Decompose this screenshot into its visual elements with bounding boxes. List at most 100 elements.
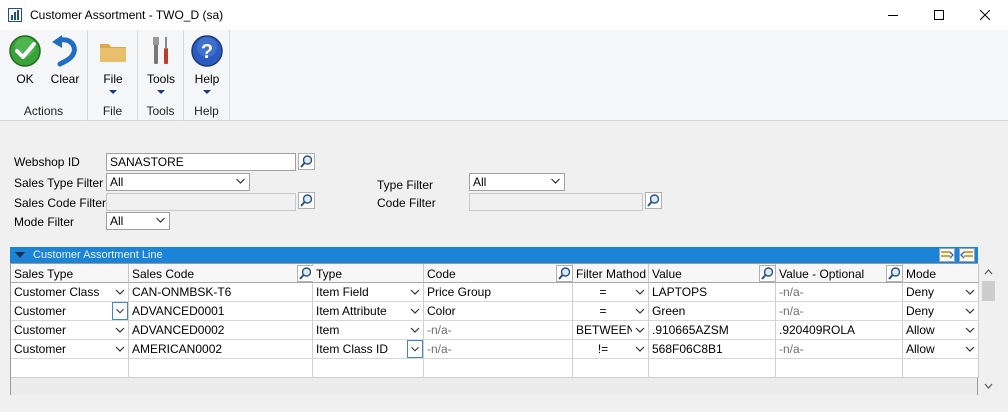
cell-sales-code[interactable]: CAN-ONMBSK-T6 xyxy=(129,283,313,302)
cell-sales-type[interactable]: Customer Class xyxy=(11,283,129,302)
chevron-down-icon[interactable] xyxy=(407,283,423,301)
assortment-grid: Sales Type Sales Code Type Code Filter M… xyxy=(10,263,979,395)
cell-filter-method[interactable]: != xyxy=(573,340,649,359)
webshop-id-lookup-button[interactable] xyxy=(298,153,315,170)
clear-button[interactable]: Clear xyxy=(46,34,84,86)
cell-code[interactable]: -n/a- xyxy=(424,340,573,359)
cell-filter-method[interactable]: = xyxy=(573,283,649,302)
cell-sales-type[interactable]: Customer xyxy=(11,340,129,359)
cell-sales-code[interactable]: ADVANCED0002 xyxy=(129,321,313,340)
cell-value-optional[interactable]: -n/a- xyxy=(776,302,903,321)
column-header-sales-code[interactable]: Sales Code xyxy=(129,264,313,283)
chevron-down-icon[interactable] xyxy=(407,340,423,358)
column-header-mode[interactable]: Mode xyxy=(903,264,979,283)
column-header-filter-method[interactable]: Filter Mathod xyxy=(573,264,649,283)
cell-sales-type[interactable]: Customer xyxy=(11,302,129,321)
cell-value-optional[interactable]: .920409ROLA xyxy=(776,321,903,340)
chevron-down-icon[interactable] xyxy=(632,302,648,320)
sales-code-lookup-button[interactable] xyxy=(298,192,315,209)
chevron-down-icon[interactable] xyxy=(632,340,648,358)
chevron-down-icon[interactable] xyxy=(962,340,978,358)
new-row-cell[interactable] xyxy=(776,359,903,378)
cell-mode[interactable]: Allow xyxy=(903,340,979,359)
cell-mode[interactable]: Deny xyxy=(903,302,979,321)
new-row-cell[interactable] xyxy=(129,359,313,378)
chevron-down-icon[interactable] xyxy=(962,321,978,339)
cell-mode[interactable]: Deny xyxy=(903,283,979,302)
new-row-cell[interactable] xyxy=(424,359,573,378)
file-menu-button[interactable]: File xyxy=(94,34,132,94)
tools-menu-button[interactable]: Tools xyxy=(142,34,180,94)
code-filter-lookup-button[interactable] xyxy=(645,192,662,209)
cell-filter-method[interactable]: BETWEEN xyxy=(573,321,649,340)
column-header-type[interactable]: Type xyxy=(313,264,424,283)
cell-value[interactable]: 568F06C8B1 xyxy=(649,340,776,359)
new-row-cell[interactable] xyxy=(11,359,129,378)
help-label: Help xyxy=(194,72,220,86)
cell-sales-code[interactable]: ADVANCED0001 xyxy=(129,302,313,321)
new-row-cell[interactable] xyxy=(573,359,649,378)
sales-code-filter-input[interactable] xyxy=(106,193,296,211)
chevron-down-icon[interactable] xyxy=(112,283,128,301)
cell-value-optional[interactable]: -n/a- xyxy=(776,283,903,302)
cell-text: = xyxy=(599,285,607,299)
column-header-value-optional[interactable]: Value - Optional xyxy=(776,264,903,283)
cell-code[interactable]: Price Group xyxy=(424,283,573,302)
cell-value[interactable]: .910665AZSM xyxy=(649,321,776,340)
new-row-cell[interactable] xyxy=(649,359,776,378)
cell-value-optional[interactable]: -n/a- xyxy=(776,340,903,359)
cell-sales-type[interactable]: Customer xyxy=(11,321,129,340)
column-header-sales-type[interactable]: Sales Type xyxy=(11,264,129,283)
sales-type-filter-select[interactable]: All xyxy=(106,173,250,191)
cell-type[interactable]: Item Attribute xyxy=(313,302,424,321)
code-filter-input[interactable] xyxy=(469,193,643,211)
chevron-down-icon[interactable] xyxy=(962,302,978,320)
cell-filter-method[interactable]: = xyxy=(573,302,649,321)
scroll-down-arrow-icon[interactable] xyxy=(980,379,997,393)
minimize-button[interactable] xyxy=(870,0,916,30)
cell-value[interactable]: Green xyxy=(649,302,776,321)
column-header-value[interactable]: Value xyxy=(649,264,776,283)
chevron-down-icon[interactable] xyxy=(407,321,423,339)
cell-type[interactable]: Item xyxy=(313,321,424,340)
value-optional-column-lookup-button[interactable] xyxy=(886,265,903,282)
chevron-down-icon[interactable] xyxy=(112,302,128,320)
cell-mode[interactable]: Allow xyxy=(903,321,979,340)
value-column-lookup-button[interactable] xyxy=(759,265,776,282)
window-title: Customer Assortment - TWO_D (sa) xyxy=(30,8,224,22)
collapse-triangle-icon[interactable] xyxy=(15,252,25,258)
new-row-cell[interactable] xyxy=(903,359,979,378)
cell-type[interactable]: Item Field xyxy=(313,283,424,302)
cell-sales-code[interactable]: AMERICAN0002 xyxy=(129,340,313,359)
mode-filter-select[interactable]: All xyxy=(106,212,170,230)
close-window-button[interactable] xyxy=(962,0,1008,30)
help-menu-button[interactable]: ? Help xyxy=(188,34,226,94)
chevron-down-icon[interactable] xyxy=(407,302,423,320)
code-column-lookup-button[interactable] xyxy=(556,265,573,282)
ok-button[interactable]: OK xyxy=(6,34,44,86)
grid-vertical-scrollbar[interactable] xyxy=(980,263,997,395)
type-filter-value: All xyxy=(473,175,487,189)
chevron-down-icon[interactable] xyxy=(112,340,128,358)
scrollbar-thumb[interactable] xyxy=(982,281,995,301)
column-header-code[interactable]: Code xyxy=(424,264,573,283)
new-row-cell[interactable] xyxy=(313,359,424,378)
type-filter-select[interactable]: All xyxy=(469,173,565,191)
chevron-down-icon xyxy=(109,90,117,94)
grid-collapse-rows-button[interactable] xyxy=(959,248,975,262)
chevron-down-icon[interactable] xyxy=(962,283,978,301)
tools-icon xyxy=(144,34,178,68)
scroll-up-arrow-icon[interactable] xyxy=(980,265,997,279)
grid-expand-rows-button[interactable] xyxy=(939,248,955,262)
cell-type[interactable]: Item Class ID xyxy=(313,340,424,359)
chevron-down-icon[interactable] xyxy=(632,321,648,339)
mode-filter-label: Mode Filter xyxy=(14,215,75,229)
chevron-down-icon[interactable] xyxy=(112,321,128,339)
chevron-down-icon[interactable] xyxy=(632,283,648,301)
cell-value[interactable]: LAPTOPS xyxy=(649,283,776,302)
maximize-button[interactable] xyxy=(916,0,962,30)
cell-code[interactable]: -n/a- xyxy=(424,321,573,340)
cell-code[interactable]: Color xyxy=(424,302,573,321)
sales-code-column-lookup-button[interactable] xyxy=(297,265,314,282)
webshop-id-input[interactable]: SANASTORE xyxy=(106,153,296,171)
